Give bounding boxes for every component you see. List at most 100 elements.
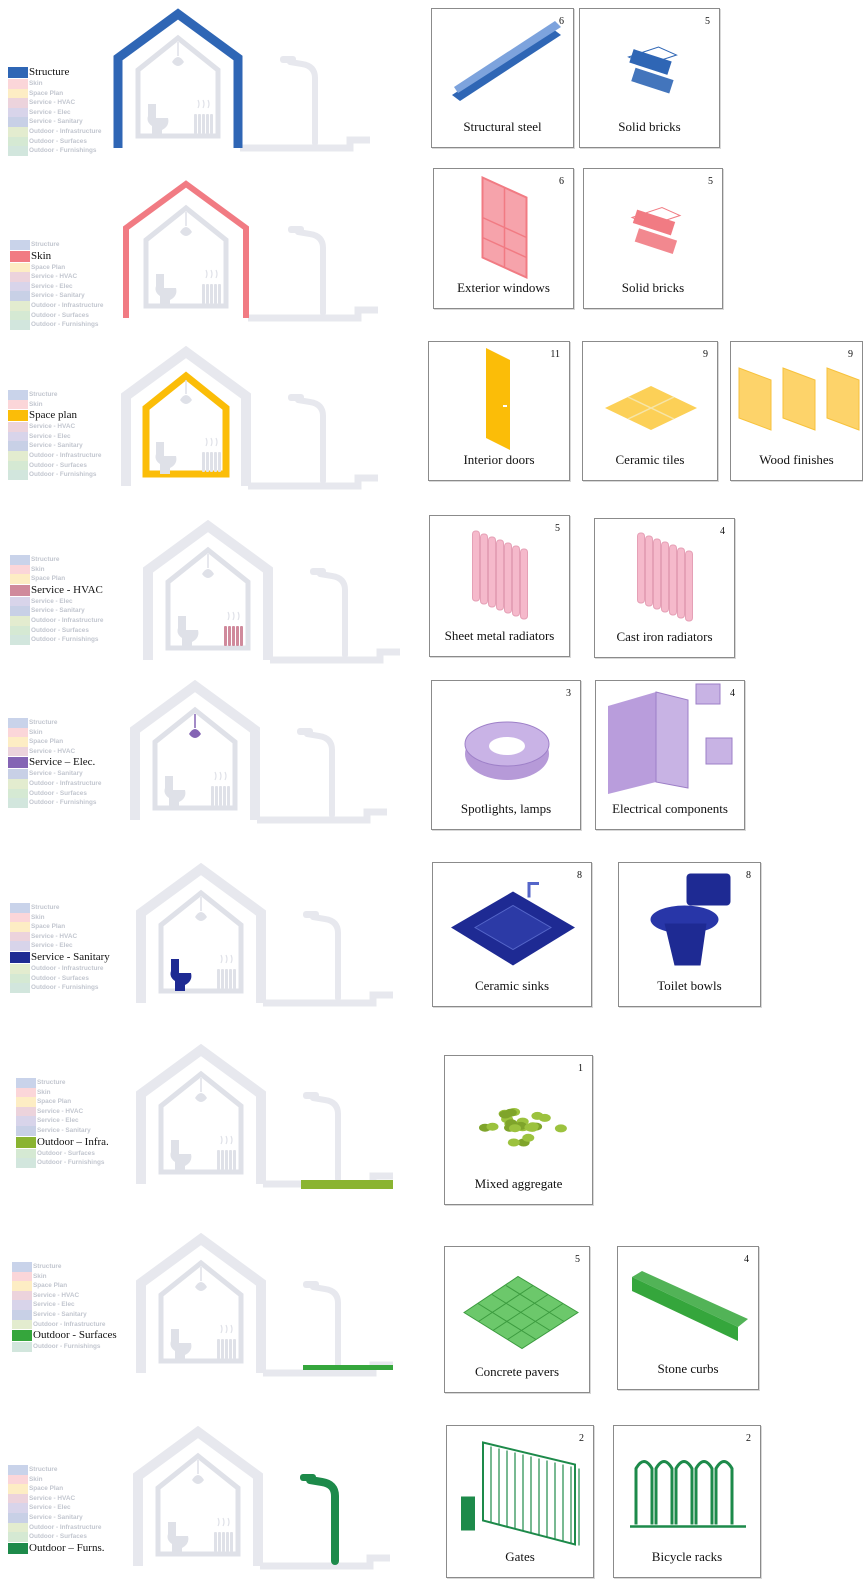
street-lamp <box>310 1095 341 1182</box>
material-card: 5 Concrete pavers <box>444 1246 590 1393</box>
toilet-icon <box>155 442 177 474</box>
lamp-head <box>303 1281 319 1288</box>
building-scene <box>121 346 378 490</box>
legend-swatch <box>10 615 30 626</box>
lamp-head <box>280 56 296 63</box>
legend-swatch <box>8 1542 28 1554</box>
legend-label: Service - Sanitary <box>29 1513 83 1521</box>
legend-label: Service - Sanitary <box>29 442 83 450</box>
toilet-icon <box>167 1522 189 1554</box>
material-count: 5 <box>555 523 560 534</box>
legend-label: Space Plan <box>31 263 66 271</box>
material-label: Ceramic tiles <box>615 452 685 467</box>
material-label: Stone curbs <box>657 1361 719 1376</box>
legend-swatch <box>8 718 28 728</box>
material-card: 4 Stone curbs <box>617 1246 759 1390</box>
street-lamp <box>310 1284 341 1371</box>
material-count: 2 <box>746 1433 751 1444</box>
legend-label: Space Plan <box>31 575 66 583</box>
building-scene <box>143 520 400 664</box>
legend-swatch <box>16 1087 36 1098</box>
material-card: 3 Spotlights, lamps <box>431 680 581 830</box>
legend-swatch <box>10 272 30 282</box>
radiator-fin <box>512 545 520 617</box>
building-scene <box>136 1044 393 1189</box>
legend-label: Service - HVAC <box>29 423 76 431</box>
radiator-fin <box>685 550 693 622</box>
material-label: Exterior windows <box>457 280 550 295</box>
ceiling-lamp <box>192 1475 204 1484</box>
legend-label: Service - Elec <box>29 108 71 116</box>
legend-swatch <box>8 399 28 410</box>
lamp-head <box>297 728 313 735</box>
material-count: 11 <box>550 349 560 360</box>
legend-label: Service - Elec <box>33 1301 75 1309</box>
material-card: 5 Solid bricks <box>583 168 723 309</box>
material-label: Sheet metal radiators <box>444 628 555 643</box>
legend-label: Outdoor - Infrastructure <box>29 779 102 787</box>
legend-swatch <box>10 564 30 575</box>
aggregate-stone <box>509 1124 521 1133</box>
steel-beam <box>452 29 561 101</box>
material-count: 2 <box>579 1433 584 1444</box>
legend-swatch <box>10 310 30 321</box>
legend-swatch <box>8 470 28 480</box>
legend-swatch <box>10 951 30 963</box>
legend-label: Service - Sanitary <box>29 770 83 778</box>
outdoor-surface-strip <box>303 1365 393 1370</box>
legend-swatch <box>10 300 30 311</box>
legend-label: Skin <box>31 249 52 262</box>
ground-line <box>270 648 400 664</box>
layer-row: Structure Skin Space Plan Service - HVAC Ser… <box>0 1225 863 1415</box>
legend-label: Outdoor - Infrastructure <box>31 964 104 972</box>
ground-line <box>240 136 370 152</box>
wood-panel <box>826 367 860 431</box>
legend-label: Outdoor - Surfaces <box>29 789 87 797</box>
material-label: Bicycle racks <box>651 1549 723 1564</box>
toilet-icon <box>177 616 199 648</box>
legend-swatch <box>8 107 28 118</box>
material-label: Spotlights, lamps <box>460 801 552 816</box>
wood-panel <box>782 367 816 431</box>
ground-line <box>263 991 393 1007</box>
panel-door <box>608 692 656 794</box>
building-scene <box>113 8 370 152</box>
ceiling-lamp <box>195 912 207 921</box>
layer-row: Structure Skin Space Plan Service - HVAC Ser… <box>0 0 863 165</box>
legend-label: Structure <box>31 904 60 911</box>
legend-swatch <box>8 460 28 471</box>
material-count: 4 <box>720 526 725 537</box>
legend-swatch <box>10 912 30 923</box>
radiator-fin <box>480 533 488 605</box>
ceiling-lamp <box>180 227 192 236</box>
legend-swatch <box>10 963 30 974</box>
legend-label: Outdoor - Furnishings <box>31 321 99 329</box>
toilet-icon <box>170 1140 192 1172</box>
legend-label: Outdoor - Surfaces <box>37 1149 95 1157</box>
legend-label: Outdoor - Infrastructure <box>29 1523 102 1531</box>
toilet-tank <box>686 873 731 906</box>
aggregate-stone <box>524 1123 537 1132</box>
ground-line <box>248 474 378 490</box>
legend-label: Service - Sanitary <box>33 1310 87 1318</box>
legend-swatch <box>12 1262 32 1272</box>
building-scene <box>123 180 378 322</box>
legend-label: Service - Sanitary <box>29 118 83 126</box>
lamp-head <box>300 1474 316 1481</box>
legend-label: Outdoor - Furnishings <box>29 147 97 155</box>
legend-label: Outdoor - Surfaces <box>29 1533 87 1541</box>
material-card: 4 Electrical components <box>595 680 745 830</box>
layer-row: Structure Skin Space Plan Service - HVAC Ser… <box>0 1418 863 1581</box>
gate-frame <box>482 1441 576 1546</box>
material-label: Wood finishes <box>759 452 834 467</box>
legend-label: Service - Elec <box>29 1504 71 1512</box>
aggregate-stone <box>499 1110 512 1119</box>
legend-swatch <box>8 757 28 769</box>
ceiling-lamp <box>202 569 214 578</box>
toilet-icon <box>170 959 192 991</box>
legend-label: Space plan <box>29 409 77 422</box>
legend-label: Structure <box>31 556 60 563</box>
legend-swatch <box>10 973 30 984</box>
aggregate-stone <box>522 1133 535 1142</box>
layer-row: Structure Skin Space Plan Service - HVAC Ser… <box>0 168 863 335</box>
